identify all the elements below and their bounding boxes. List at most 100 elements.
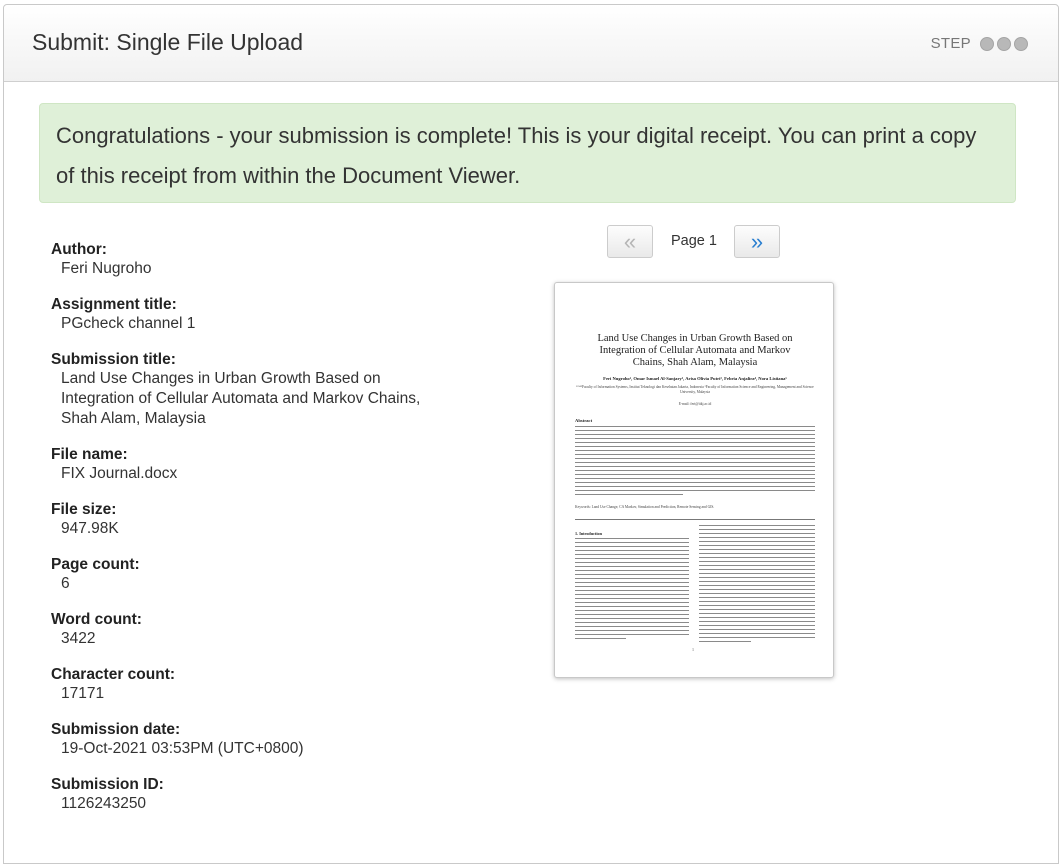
receipt-submission-date: Submission date: 19-Oct-2021 03:53PM (UT… — [51, 721, 451, 759]
preview-text-line — [699, 580, 815, 583]
preview-text-line — [699, 628, 815, 630]
preview-intro-heading: 1. Introduction — [575, 531, 602, 536]
preview-text-line — [699, 604, 815, 606]
preview-keywords: Keywords: Land Use Change, CA Markov, Si… — [575, 505, 715, 509]
preview-text-line — [575, 493, 683, 496]
preview-text-line — [575, 573, 689, 576]
preview-text-line — [699, 544, 815, 547]
receipt-value: 6 — [61, 575, 70, 592]
receipt-label: Submission ID: — [51, 776, 164, 793]
preview-text-line — [575, 549, 689, 552]
preview-text-line — [699, 560, 815, 563]
preview-text-line — [699, 532, 815, 535]
preview-text-line — [575, 473, 815, 476]
receipt-label: File name: — [51, 446, 128, 463]
preview-text-line — [575, 449, 815, 452]
preview-text-line — [699, 596, 815, 599]
receipt-value: 3422 — [61, 630, 96, 647]
receipt-value: 19-Oct-2021 03:53PM (UTC+0800) — [61, 740, 304, 757]
preview-text-line — [699, 525, 815, 527]
receipt-character-count: Character count: 17171 — [51, 666, 451, 704]
preview-text-line — [575, 485, 815, 488]
receipt-file-name: File name: FIX Journal.docx — [51, 446, 451, 484]
preview-text-line — [699, 640, 752, 642]
preview-text-line — [575, 589, 689, 592]
step-indicator: STEP — [931, 35, 1028, 52]
receipt-value: Feri Nugroho — [61, 260, 152, 277]
preview-text-line — [575, 469, 815, 472]
next-page-button[interactable]: » — [734, 225, 780, 258]
preview-text-line — [699, 572, 815, 575]
preview-email: E-mail: feri@itkj.ac.id — [678, 402, 712, 406]
preview-text-line — [575, 437, 815, 440]
preview-text-line — [575, 477, 815, 480]
preview-text-line — [699, 536, 815, 539]
preview-text-line — [575, 621, 689, 623]
receipt-page-count: Page count: 6 — [51, 556, 451, 594]
preview-text-line — [575, 577, 689, 580]
receipt-value: FIX Journal.docx — [61, 465, 178, 482]
receipt-label: File size: — [51, 501, 117, 518]
preview-text-line — [699, 592, 815, 595]
preview-text-line — [699, 600, 815, 602]
preview-abstract-heading: Abstract — [575, 418, 593, 423]
preview-affiliation: ¹²³⁴⁵Faculty of Information Systems, Ins… — [576, 385, 814, 394]
page-indicator: Page 1 — [671, 233, 717, 249]
receipt-value: 17171 — [61, 685, 105, 702]
preview-text-line — [575, 601, 689, 604]
preview-text-line — [699, 548, 815, 551]
receipt-value: Land Use Changes in Urban Growth Based o… — [61, 370, 421, 427]
receipt-label: Page count: — [51, 556, 140, 573]
preview-text-line — [575, 569, 689, 572]
step-dot-1 — [980, 36, 994, 51]
document-preview[interactable]: Land Use Changes in Urban Growth Based o… — [554, 282, 834, 678]
preview-text-line — [699, 564, 815, 567]
preview-divider — [575, 519, 815, 520]
preview-text-line — [575, 597, 689, 600]
preview-text-line — [699, 556, 815, 559]
receipt-submission-id: Submission ID: 1126243250 — [51, 776, 451, 814]
double-chevron-left-icon: « — [623, 228, 637, 254]
preview-text-line — [575, 461, 815, 464]
preview-text-line — [699, 584, 815, 587]
receipt-value: 947.98K — [61, 520, 119, 537]
preview-text-line — [575, 538, 689, 540]
preview-text-line — [575, 633, 689, 635]
preview-text-line — [575, 561, 689, 564]
preview-text-line — [575, 557, 689, 560]
preview-text-line — [575, 609, 689, 612]
preview-text-line — [575, 457, 815, 460]
preview-column-right — [699, 525, 815, 645]
receipt-author: Author: Feri Nugroho — [51, 241, 451, 279]
preview-abstract-text — [575, 426, 815, 498]
step-dot-3 — [1014, 36, 1028, 51]
receipt-label: Author: — [51, 241, 107, 258]
preview-text-line — [575, 545, 689, 548]
preview-text-line — [575, 429, 815, 432]
preview-text-line — [575, 637, 627, 639]
receipt-label: Submission title: — [51, 351, 176, 368]
receipt-value: PGcheck channel 1 — [61, 315, 196, 332]
step-dot-2 — [997, 36, 1011, 51]
step-dots — [977, 36, 1028, 51]
preview-text-line — [699, 552, 815, 555]
preview-column-left — [575, 538, 689, 642]
receipt-label: Assignment title: — [51, 296, 177, 313]
receipt-label: Submission date: — [51, 721, 181, 738]
preview-text-line — [699, 620, 815, 622]
preview-text-line — [699, 636, 815, 638]
previous-page-button[interactable]: « — [607, 225, 653, 258]
preview-text-line — [575, 625, 689, 627]
preview-text-line — [699, 588, 815, 591]
success-alert: Congratulations - your submission is com… — [39, 103, 1016, 203]
preview-text-line — [575, 453, 815, 456]
receipt-label: Word count: — [51, 611, 142, 628]
step-label: STEP — [930, 35, 971, 52]
preview-text-line — [575, 565, 689, 568]
preview-text-line — [575, 426, 815, 428]
preview-text-line — [575, 629, 689, 631]
preview-text-line — [575, 617, 689, 619]
preview-text-line — [575, 585, 689, 588]
preview-text-line — [575, 541, 689, 544]
preview-text-line — [699, 528, 815, 531]
